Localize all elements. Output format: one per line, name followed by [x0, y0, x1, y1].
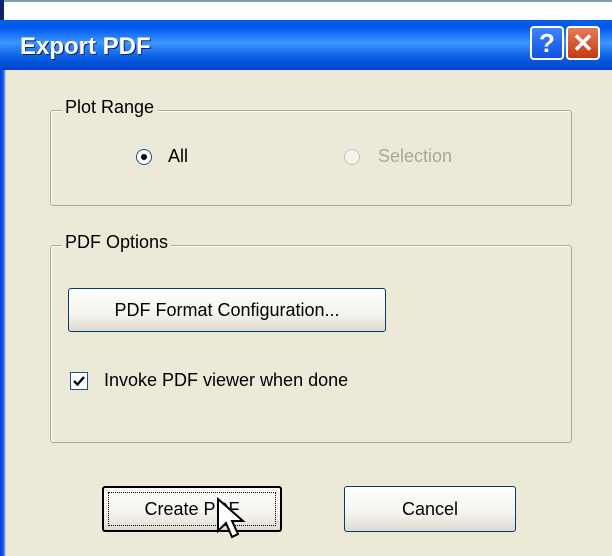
checkmark-icon — [73, 376, 85, 387]
pdf-options-legend: PDF Options — [62, 232, 172, 253]
radio-selection — [344, 149, 360, 165]
close-button[interactable]: ✕ — [566, 26, 600, 60]
help-button[interactable]: ? — [530, 26, 564, 60]
dialog-title: Export PDF — [20, 33, 151, 60]
cancel-label: Cancel — [401, 499, 459, 519]
radio-selection-label: Selection — [378, 146, 453, 166]
pdf-format-configuration-button[interactable]: PDF Format Configuration... — [68, 288, 386, 332]
radio-all-dot — [141, 154, 147, 160]
cancel-button[interactable]: Cancel — [344, 486, 516, 532]
pdf-options-group — [50, 245, 572, 443]
plot-range-legend: Plot Range — [62, 97, 158, 118]
radio-all-label[interactable]: All — [168, 146, 188, 167]
invoke-viewer-checkbox[interactable] — [70, 372, 88, 390]
background-window-edge — [0, 0, 4, 20]
radio-all[interactable] — [136, 149, 152, 165]
create-pdf-button[interactable]: Create PDF — [102, 486, 282, 532]
mouse-pointer-icon — [217, 497, 246, 539]
background-window-line — [4, 0, 612, 2]
pdf-format-configuration-label: PDF Format Configuration... — [114, 300, 340, 320]
background-window-strip — [0, 0, 612, 20]
plot-range-group — [50, 110, 572, 206]
window-left-border — [0, 70, 6, 556]
invoke-viewer-label[interactable]: Invoke PDF viewer when done — [104, 370, 348, 391]
